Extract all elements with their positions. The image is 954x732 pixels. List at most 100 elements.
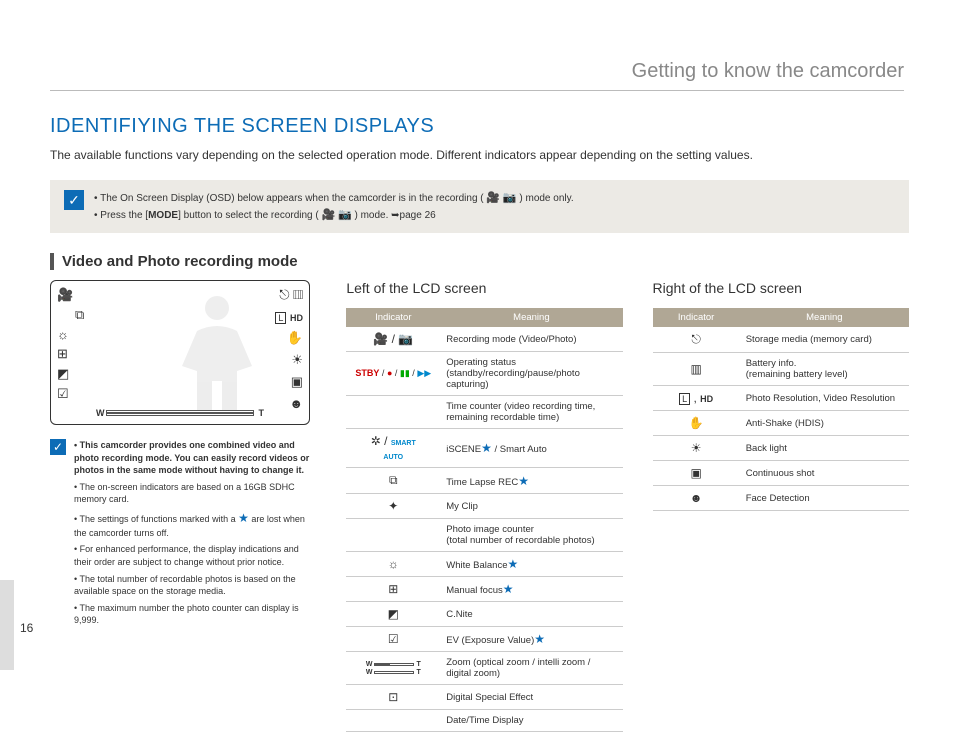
right-lcd-title: Right of the LCD screen	[653, 280, 909, 296]
meaning-cell: Digital Special Effect	[440, 685, 622, 710]
indicator-cell	[346, 396, 440, 429]
sun-icon: ☼	[57, 327, 84, 342]
continuous-icon: ▣	[291, 374, 303, 390]
lcd-left-icons: 🎥 ⧉ ☼ ⊞ ◩ ☑	[57, 287, 84, 402]
indicator-cell: 🎥 / 📷	[346, 327, 440, 352]
meaning-cell: EV (Exposure Value)★	[440, 627, 622, 652]
indicator-cell: ⊡	[346, 685, 440, 710]
meaning-cell: Time Lapse REC★	[440, 468, 622, 494]
camera-icon: 📷	[338, 209, 352, 221]
sd-battery-row: ⎋ ▥	[279, 287, 303, 303]
table-row: ☑EV (Exposure Value)★	[346, 627, 622, 652]
intro-text: The available functions vary depending o…	[50, 148, 909, 162]
table-row: ◩C.Nite	[346, 602, 622, 627]
lcd-right-icons: ⎋ ▥ L HD ✋ ☀ ▣ ☻	[275, 287, 303, 411]
meaning-cell: Photo Resolution, Video Resolution	[740, 386, 909, 411]
meaning-cell: iSCENE★ / Smart Auto	[440, 429, 622, 468]
meaning-cell: Photo image counter (total number of rec…	[440, 519, 622, 552]
camera-icon: 📷	[503, 192, 517, 204]
meaning-cell: Anti-Shake (HDIS)	[740, 411, 909, 436]
table-row: ▣Continuous shot	[653, 461, 909, 486]
small-note-item: The on-screen indicators are based on a …	[74, 481, 316, 506]
note-check-icon: ✓	[64, 190, 84, 210]
star-icon: ★	[238, 511, 249, 525]
meaning-cell: Face Detection	[740, 486, 909, 511]
meaning-cell: Manual focus★	[440, 577, 622, 602]
video-icon: 🎥	[322, 209, 336, 221]
meaning-cell: C.Nite	[440, 602, 622, 627]
note-check-icon: ✓	[50, 439, 66, 455]
meaning-cell: Continuous shot	[740, 461, 909, 486]
running-header: Getting to know the camcorder	[632, 60, 904, 83]
indicator-cell: ☻	[653, 486, 740, 511]
table-row: Time counter (video recording time, rema…	[346, 396, 622, 429]
table-row: ✦My Clip	[346, 494, 622, 519]
backlight-icon: ☀	[291, 352, 303, 368]
indicator-cell: WTWT	[346, 652, 440, 685]
table-row: ✋Anti-Shake (HDIS)	[653, 411, 909, 436]
focus-icon: ⊞	[57, 346, 84, 362]
indicator-cell: L , HD	[653, 386, 740, 411]
meaning-cell: My Clip	[440, 494, 622, 519]
indicator-cell: ✦	[346, 494, 440, 519]
table-row: ☀Back light	[653, 436, 909, 461]
meaning-cell: Storage media (memory card)	[740, 327, 909, 353]
page-title: IDENTIFIYING THE SCREEN DISPLAYS	[50, 115, 909, 138]
video-icon: 🎥	[486, 192, 500, 204]
indicator-cell: ☼	[346, 552, 440, 577]
note-item: The On Screen Display (OSD) below appear…	[94, 190, 574, 207]
indicator-cell: ⎋	[653, 327, 740, 353]
th-indicator: Indicator	[653, 308, 740, 327]
table-row: Date/Time Display	[346, 710, 622, 732]
indicator-cell: STBY / ● / ▮▮ / ▶▶	[346, 352, 440, 396]
table-row: ⎋Storage media (memory card)	[653, 327, 909, 353]
timelapse-icon: ⧉	[75, 307, 84, 323]
left-indicator-table: IndicatorMeaning 🎥 / 📷Recording mode (Vi…	[346, 308, 622, 732]
indicator-cell: ☑	[346, 627, 440, 652]
meaning-cell: Zoom (optical zoom / intelli zoom / digi…	[440, 652, 622, 685]
table-row: 🎥 / 📷Recording mode (Video/Photo)	[346, 327, 622, 352]
table-row: STBY / ● / ▮▮ / ▶▶Operating status (stan…	[346, 352, 622, 396]
page-number: 16	[20, 621, 33, 635]
table-row: L , HDPhoto Resolution, Video Resolution	[653, 386, 909, 411]
table-row: ⊞Manual focus★	[346, 577, 622, 602]
small-note-item: This camcorder provides one combined vid…	[74, 439, 316, 477]
small-note-item: The total number of recordable photos is…	[74, 573, 316, 598]
small-note-item: The settings of functions marked with a …	[74, 510, 316, 539]
th-meaning: Meaning	[740, 308, 909, 327]
lcd-illustration: 🎥 ⧉ ☼ ⊞ ◩ ☑ ⎋ ▥ L HD ✋ ☀ ▣ ☻ W T	[50, 280, 310, 425]
indicator-cell	[346, 519, 440, 552]
ev-icon: ☑	[57, 386, 84, 402]
cnite-icon: ◩	[57, 366, 84, 382]
th-meaning: Meaning	[440, 308, 622, 327]
meaning-cell: Time counter (video recording time, rema…	[440, 396, 622, 429]
table-row: ☻Face Detection	[653, 486, 909, 511]
meaning-cell: White Balance★	[440, 552, 622, 577]
note-item: Press the [MODE] button to select the re…	[94, 207, 574, 224]
small-note: ✓ This camcorder provides one combined v…	[50, 439, 316, 631]
table-row: ⧉Time Lapse REC★	[346, 468, 622, 494]
th-indicator: Indicator	[346, 308, 440, 327]
meaning-cell: Operating status (standby/recording/paus…	[440, 352, 622, 396]
zoom-w: W	[96, 408, 105, 418]
left-lcd-title: Left of the LCD screen	[346, 280, 622, 296]
right-indicator-table: IndicatorMeaning ⎋Storage media (memory …	[653, 308, 909, 511]
indicator-cell: ◩	[346, 602, 440, 627]
header-rule	[50, 90, 904, 91]
indicator-cell: ⊞	[346, 577, 440, 602]
hand-icon: ✋	[287, 330, 303, 346]
table-row: ✲ / SMARTAUTOiSCENE★ / Smart Auto	[346, 429, 622, 468]
meaning-cell: Date/Time Display	[440, 710, 622, 732]
page-edge-bar	[0, 580, 14, 670]
indicator-cell: ☀	[653, 436, 740, 461]
indicator-cell: ⧉	[346, 468, 440, 494]
indicator-cell: ▥	[653, 353, 740, 386]
resolution-row: L HD	[275, 309, 303, 324]
indicator-cell	[346, 710, 440, 732]
section-title: Video and Photo recording mode	[50, 253, 909, 270]
small-note-item: The maximum number the photo counter can…	[74, 602, 316, 627]
table-row: ☼White Balance★	[346, 552, 622, 577]
meaning-cell: Recording mode (Video/Photo)	[440, 327, 622, 352]
table-row: Photo image counter (total number of rec…	[346, 519, 622, 552]
meaning-cell: Battery info. (remaining battery level)	[740, 353, 909, 386]
